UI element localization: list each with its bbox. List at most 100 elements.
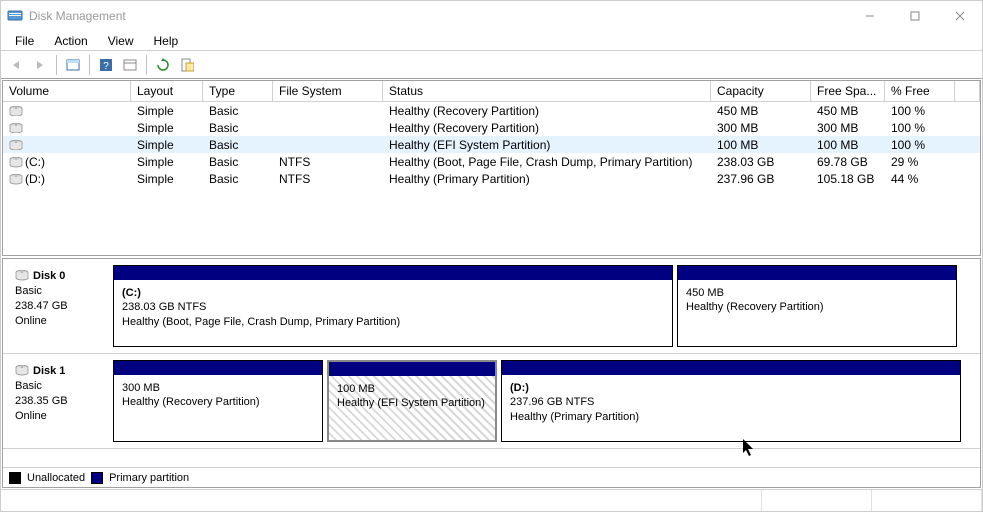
volume-table-body[interactable]: SimpleBasicHealthy (Recovery Partition)4… <box>3 102 980 255</box>
col-header-pfree[interactable]: % Free <box>885 81 955 101</box>
partition[interactable]: 300 MBHealthy (Recovery Partition) <box>113 360 323 442</box>
cell-free: 100 MB <box>811 138 885 152</box>
forward-arrow-icon[interactable] <box>29 54 51 76</box>
cell-type: Basic <box>203 121 273 135</box>
toolbar: ? <box>1 51 982 79</box>
cell-pfree: 44 % <box>885 172 955 186</box>
cell-type: Basic <box>203 172 273 186</box>
disk-row: Disk 1Basic238.35 GBOnline300 MBHealthy … <box>3 354 980 449</box>
close-button[interactable] <box>937 1 982 31</box>
cell-layout: Simple <box>131 104 203 118</box>
cell-type: Basic <box>203 155 273 169</box>
minimize-button[interactable] <box>847 1 892 31</box>
cell-type: Basic <box>203 138 273 152</box>
cell-pfree: 100 % <box>885 138 955 152</box>
window-title: Disk Management <box>29 9 847 23</box>
partition-bar <box>114 266 672 280</box>
volume-icon <box>9 106 21 116</box>
col-header-volume[interactable]: Volume <box>3 81 131 101</box>
statusbar <box>1 489 982 511</box>
cell-status: Healthy (Recovery Partition) <box>383 104 711 118</box>
cell-capacity: 238.03 GB <box>711 155 811 169</box>
partition-size: 300 MB <box>122 381 314 395</box>
col-header-fs[interactable]: File System <box>273 81 383 101</box>
partition[interactable]: (C:)238.03 GB NTFSHealthy (Boot, Page Fi… <box>113 265 673 347</box>
swatch-primary <box>91 472 103 484</box>
volume-icon <box>9 157 21 167</box>
disk-type: Basic <box>15 284 103 299</box>
partition-title: (C:) <box>122 286 664 300</box>
disk-size: 238.47 GB <box>15 299 103 314</box>
window-icon[interactable] <box>119 54 141 76</box>
back-arrow-icon[interactable] <box>5 54 27 76</box>
disk-icon <box>15 270 31 282</box>
volume-icon <box>9 123 21 133</box>
window-controls <box>847 1 982 31</box>
table-row[interactable]: (D:)SimpleBasicNTFSHealthy (Primary Part… <box>3 170 980 187</box>
refresh-icon[interactable] <box>152 54 174 76</box>
partition-status: Healthy (Recovery Partition) <box>686 300 948 314</box>
partition-size: 450 MB <box>686 286 948 300</box>
partition[interactable]: 450 MBHealthy (Recovery Partition) <box>677 265 957 347</box>
table-row[interactable]: (C:)SimpleBasicNTFSHealthy (Boot, Page F… <box>3 153 980 170</box>
table-row[interactable]: SimpleBasicHealthy (EFI System Partition… <box>3 136 980 153</box>
partition[interactable]: (D:)237.96 GB NTFSHealthy (Primary Parti… <box>501 360 961 442</box>
cell-capacity: 300 MB <box>711 121 811 135</box>
partitions: (C:)238.03 GB NTFSHealthy (Boot, Page Fi… <box>113 265 974 347</box>
col-header-spacer <box>955 81 980 101</box>
app-icon <box>7 8 23 24</box>
col-header-type[interactable]: Type <box>203 81 273 101</box>
disk-row: Disk 0Basic238.47 GBOnline(C:)238.03 GB … <box>3 259 980 354</box>
partition[interactable]: 100 MBHealthy (EFI System Partition) <box>327 360 497 442</box>
menu-view[interactable]: View <box>98 32 144 50</box>
partition-bar <box>678 266 956 280</box>
cell-type: Basic <box>203 104 273 118</box>
col-header-layout[interactable]: Layout <box>131 81 203 101</box>
browse-icon[interactable] <box>62 54 84 76</box>
cell-free: 300 MB <box>811 121 885 135</box>
cell-status: Healthy (EFI System Partition) <box>383 138 711 152</box>
partition-status: Healthy (Recovery Partition) <box>122 395 314 409</box>
col-header-free[interactable]: Free Spa... <box>811 81 885 101</box>
menu-file[interactable]: File <box>5 32 44 50</box>
volume-icon <box>9 174 21 184</box>
cell-pfree: 100 % <box>885 121 955 135</box>
cell-free: 69.78 GB <box>811 155 885 169</box>
cell-fs: NTFS <box>273 155 383 169</box>
col-header-capacity[interactable]: Capacity <box>711 81 811 101</box>
swatch-unallocated <box>9 472 21 484</box>
cell-capacity: 237.96 GB <box>711 172 811 186</box>
toolbar-separator <box>56 55 57 75</box>
disk-scroll-area[interactable]: Disk 0Basic238.47 GBOnline(C:)238.03 GB … <box>3 259 980 467</box>
partition-status: Healthy (Primary Partition) <box>510 410 952 424</box>
partition-status: Healthy (Boot, Page File, Crash Dump, Pr… <box>122 315 664 329</box>
cell-free: 105.18 GB <box>811 172 885 186</box>
table-row[interactable]: SimpleBasicHealthy (Recovery Partition)3… <box>3 119 980 136</box>
status-pane-3 <box>872 490 982 511</box>
volume-name: (C:) <box>25 155 45 169</box>
table-row[interactable]: SimpleBasic Healthy (Recovery Partition)4… <box>3 102 980 119</box>
legend-primary: Primary partition <box>109 472 189 484</box>
disk-type: Basic <box>15 379 103 394</box>
disk-label[interactable]: Disk 0Basic238.47 GBOnline <box>9 265 109 347</box>
volume-table-header[interactable]: Volume Layout Type File System Status Ca… <box>3 81 980 102</box>
menubar: File Action View Help <box>1 31 982 51</box>
cell-status: Healthy (Primary Partition) <box>383 172 711 186</box>
legend-unallocated: Unallocated <box>27 472 85 484</box>
status-pane-2 <box>762 490 872 511</box>
col-header-status[interactable]: Status <box>383 81 711 101</box>
help-icon[interactable]: ? <box>95 54 117 76</box>
disk-icon <box>15 365 31 377</box>
menu-help[interactable]: Help <box>144 32 189 50</box>
maximize-button[interactable] <box>892 1 937 31</box>
cell-capacity: 450 MB <box>711 104 811 118</box>
volume-table: Volume Layout Type File System Status Ca… <box>2 80 981 256</box>
cell-layout: Simple <box>131 121 203 135</box>
disk-label[interactable]: Disk 1Basic238.35 GBOnline <box>9 360 109 442</box>
cell-fs: NTFS <box>273 172 383 186</box>
menu-action[interactable]: Action <box>44 32 97 50</box>
partition-size: 238.03 GB NTFS <box>122 300 664 314</box>
properties-icon[interactable] <box>176 54 198 76</box>
toolbar-separator <box>89 55 90 75</box>
cell-capacity: 100 MB <box>711 138 811 152</box>
